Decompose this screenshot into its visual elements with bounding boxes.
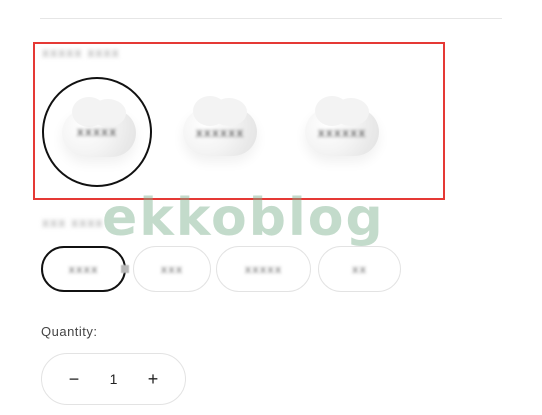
size-pill-label: xxxx xyxy=(68,262,99,276)
quantity-stepper[interactable]: − 1 + xyxy=(41,353,186,405)
increase-quantity-button[interactable]: + xyxy=(143,369,163,389)
small-marker xyxy=(121,265,129,273)
decrease-quantity-button[interactable]: − xyxy=(64,369,84,389)
color-swatch-label: xxxxxx xyxy=(317,126,367,140)
quantity-value: 1 xyxy=(109,371,118,387)
color-option-label: xxxxx xxxx xyxy=(42,46,120,60)
size-pill-label: xx xyxy=(351,262,368,276)
size-pill-3[interactable]: xxxxx xyxy=(216,246,311,292)
size-pill-4[interactable]: xx xyxy=(318,246,401,292)
quantity-label: Quantity: xyxy=(41,324,98,339)
color-swatch-2[interactable]: xxxxxx xyxy=(165,78,275,188)
size-option-label: xxx xxxx xyxy=(42,216,104,230)
top-divider xyxy=(40,18,502,19)
size-pill-label: xxx xyxy=(160,262,184,276)
color-swatch-label: xxxxxx xyxy=(195,126,245,140)
size-pill-label: xxxxx xyxy=(244,262,283,276)
color-swatch-3[interactable]: xxxxxx xyxy=(287,78,397,188)
size-pill-2[interactable]: xxx xyxy=(133,246,211,292)
product-options-page: xxxxx xxxx xxxxx xxxxxx xxxxxx xxx xxxx … xyxy=(0,0,542,415)
color-swatch-1[interactable]: xxxxx xyxy=(42,77,152,187)
size-pill-1[interactable]: xxxx xyxy=(41,246,126,292)
color-swatch-label: xxxxx xyxy=(76,125,118,139)
